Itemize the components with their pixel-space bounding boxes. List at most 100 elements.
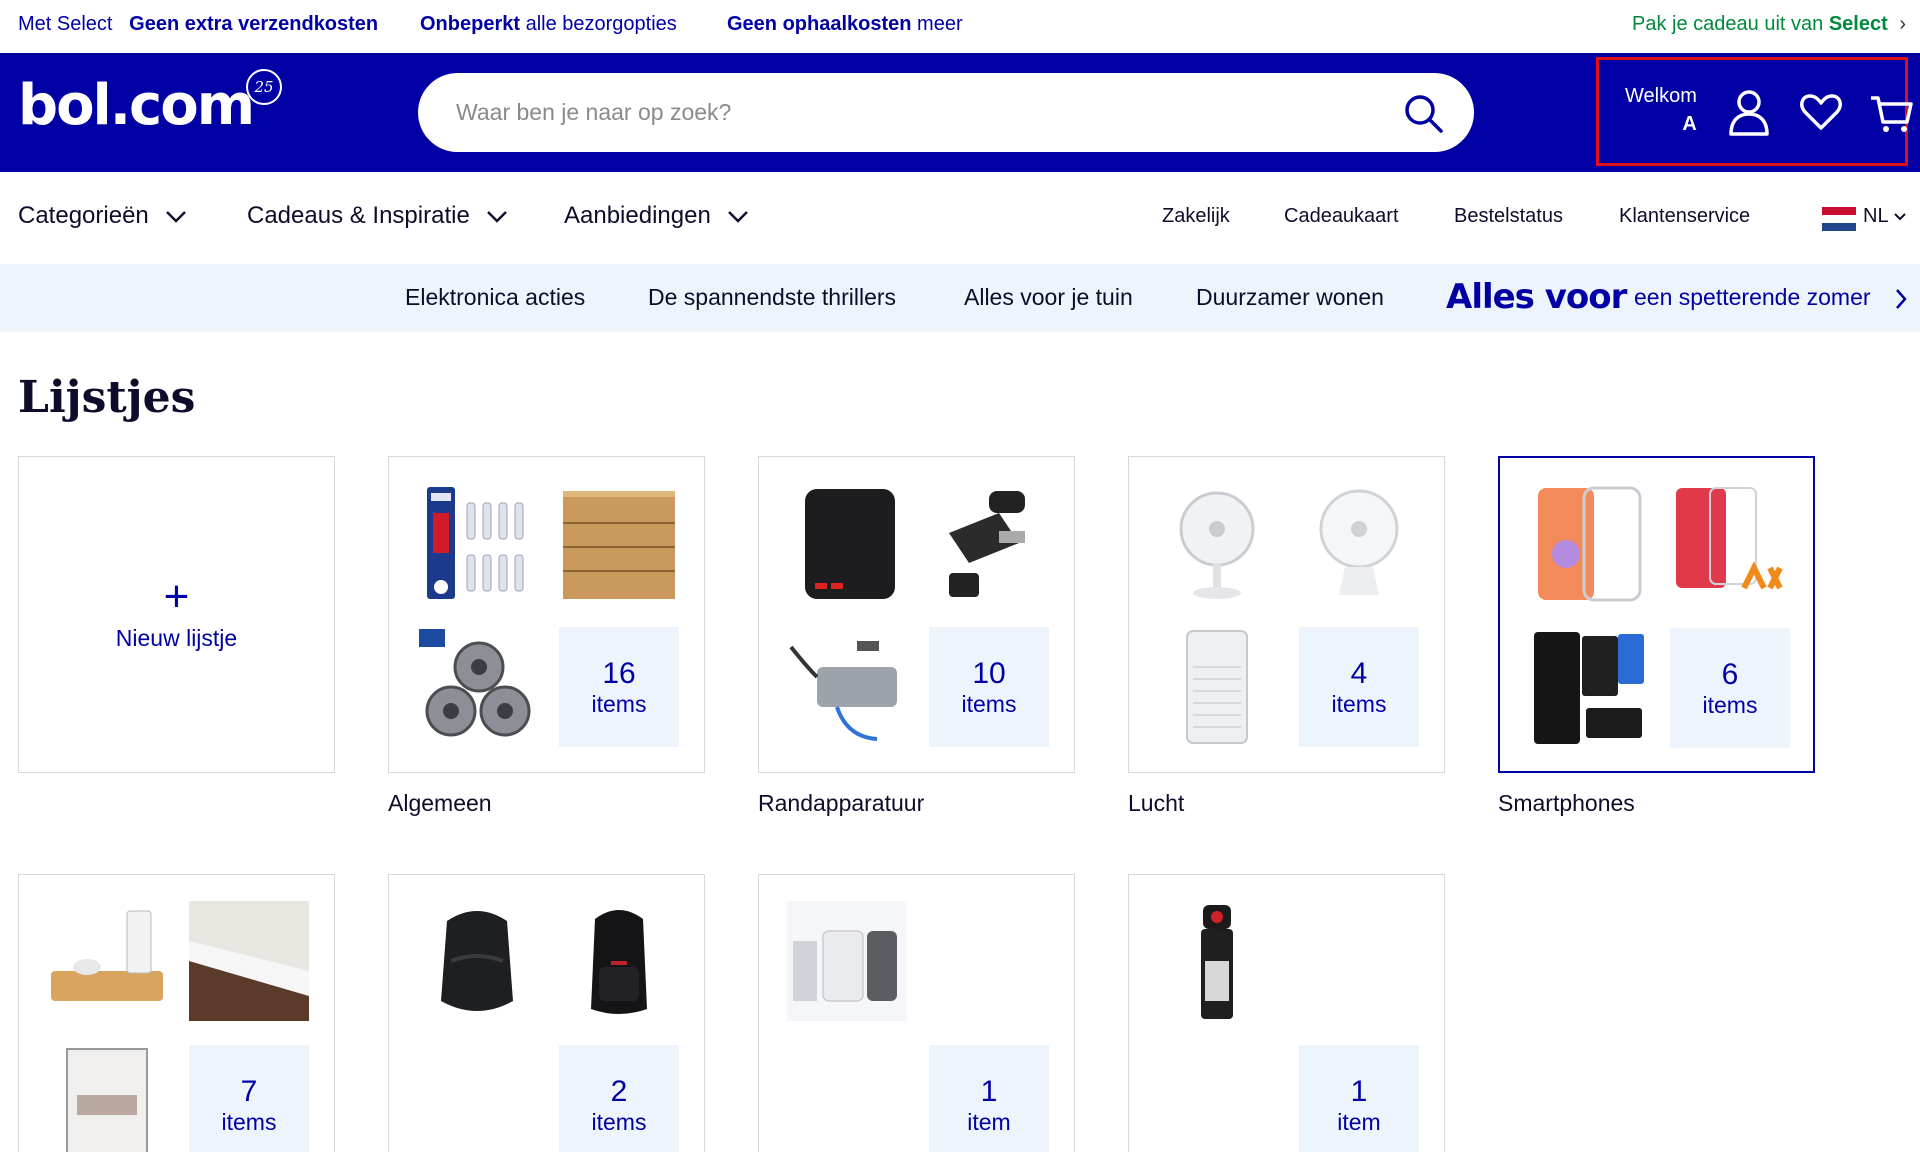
nav-deals-label: Aanbiedingen xyxy=(564,202,711,229)
language-selector[interactable]: NL xyxy=(1863,205,1907,228)
search-icon[interactable] xyxy=(1402,92,1444,134)
phone-case-image xyxy=(1538,486,1642,602)
promo-return-costs[interactable]: Geen ophaalkosten meer xyxy=(727,13,963,36)
site-header: bol.com 25 Welkom A xyxy=(0,53,1920,172)
promo-suffix: alle bezorgopties xyxy=(520,13,677,35)
promo-select-shipping[interactable]: Met Select Geen extra verzendkosten xyxy=(18,13,378,36)
select-gift-prefix: Pak je cadeau uit van xyxy=(1632,13,1829,35)
highlight-sustainable[interactable]: Duurzamer wonen xyxy=(1196,284,1384,311)
item-count-unit: item xyxy=(1337,1109,1381,1135)
item-count-unit: items xyxy=(221,1109,277,1135)
item-count-badge: 6 items xyxy=(1670,628,1790,748)
welcome-text[interactable]: Welkom A xyxy=(1625,82,1697,138)
nav-gifts[interactable]: Cadeaus & Inspiratie xyxy=(247,202,508,230)
new-list-card[interactable]: + Nieuw lijstje xyxy=(18,456,335,773)
plus-icon: + xyxy=(163,572,190,621)
item-count: 1 xyxy=(980,1075,998,1108)
list-card-algemeen[interactable]: 16 items xyxy=(388,456,705,773)
nav-categories[interactable]: Categorieën xyxy=(18,202,187,230)
dresser-image xyxy=(563,491,675,599)
item-count-badge: 1 item xyxy=(929,1045,1049,1152)
chevron-right-icon: › xyxy=(1899,13,1906,35)
cart-icon[interactable] xyxy=(1869,88,1913,136)
list-label-smartphones[interactable]: Smartphones xyxy=(1498,790,1635,817)
search-input[interactable] xyxy=(456,73,1356,152)
backpack-image xyxy=(591,910,647,1014)
item-count: 10 xyxy=(972,657,1006,690)
welcome-label: Welkom xyxy=(1625,85,1697,107)
galaxy-phone-image xyxy=(1676,487,1783,590)
toothbrush-heads-image xyxy=(427,487,524,599)
spray-bottle-image xyxy=(1201,905,1233,1019)
desk-fan-image xyxy=(1179,491,1255,599)
highlight-garden[interactable]: Alles voor je tuin xyxy=(964,284,1133,311)
charcoal-distiller-image xyxy=(787,901,907,1021)
item-count: 2 xyxy=(610,1075,628,1108)
list-card-home[interactable]: 7 items xyxy=(18,874,335,1152)
account-actions-highlight: Welkom A xyxy=(1596,57,1913,166)
chevron-right-icon[interactable] xyxy=(1894,288,1908,310)
page-title: Lijstjes xyxy=(18,372,196,423)
anniversary-badge-icon: 25 xyxy=(246,69,282,105)
powerbank-image xyxy=(805,489,895,599)
item-count: 7 xyxy=(240,1075,258,1108)
nav-deals[interactable]: Aanbiedingen xyxy=(564,202,749,230)
search-bar xyxy=(418,73,1474,152)
promo-bold: Geen extra verzendkosten xyxy=(129,13,379,35)
bol-logo[interactable]: bol.com xyxy=(18,73,255,138)
promo-bold: Onbeperkt xyxy=(420,13,521,35)
netherlands-flag-icon[interactable] xyxy=(1822,207,1856,231)
list-card-lucht[interactable]: 4 items xyxy=(1128,456,1445,773)
user-initial: A xyxy=(1682,113,1697,135)
chevron-down-icon xyxy=(166,210,187,223)
item-count: 16 xyxy=(602,657,636,690)
chevron-down-icon xyxy=(487,210,508,223)
heart-icon[interactable] xyxy=(1799,88,1843,136)
list-card-spray[interactable]: 1 item xyxy=(1128,874,1445,1152)
summer-promo-title[interactable]: Alles voor xyxy=(1446,277,1627,317)
list-card-charcoal[interactable]: 1 item xyxy=(758,874,1075,1152)
language-label: NL xyxy=(1863,205,1888,227)
chevron-down-icon xyxy=(1894,213,1907,221)
main-nav: Categorieën Cadeaus & Inspiratie Aanbied… xyxy=(0,172,1920,264)
nav-gifts-label: Cadeaus & Inspiratie xyxy=(247,202,470,229)
backpack-image xyxy=(441,911,513,1011)
item-count-unit: items xyxy=(591,691,647,717)
nav-link-order-status[interactable]: Bestelstatus xyxy=(1454,205,1563,228)
list-card-smartphones[interactable]: 6 items xyxy=(1498,456,1815,773)
list-label-randapparatuur[interactable]: Randapparatuur xyxy=(758,790,924,817)
list-label-algemeen[interactable]: Algemeen xyxy=(388,790,492,817)
highlight-thrillers[interactable]: De spannendste thrillers xyxy=(648,284,896,311)
account-icon[interactable] xyxy=(1727,88,1771,136)
nav-link-giftcard[interactable]: Cadeaukaart xyxy=(1284,205,1399,228)
select-gift-bold: Select xyxy=(1828,13,1888,35)
summer-promo-subtitle[interactable]: een spetterende zomer xyxy=(1634,284,1871,311)
bamboo-organizer-image xyxy=(51,910,163,1001)
item-count-unit: item xyxy=(967,1109,1011,1135)
highlight-bar: Elektronica acties De spannendste thrill… xyxy=(0,264,1920,332)
promo-suffix: meer xyxy=(911,13,963,35)
item-count-badge: 16 items xyxy=(559,627,679,747)
usb-hub-image xyxy=(789,641,897,741)
item-count: 6 xyxy=(1721,658,1739,691)
item-count-unit: items xyxy=(1331,691,1387,717)
promo-bold: Geen ophaalkosten xyxy=(727,13,912,35)
list-card-randapparatuur[interactable]: 10 items xyxy=(758,456,1075,773)
wallet-case-image xyxy=(1534,632,1644,744)
nav-link-business[interactable]: Zakelijk xyxy=(1162,205,1230,228)
item-count-badge: 2 items xyxy=(559,1045,679,1152)
item-count-badge: 10 items xyxy=(929,627,1049,747)
bed-frame-image xyxy=(189,901,309,1021)
item-count-unit: items xyxy=(961,691,1017,717)
list-label-lucht[interactable]: Lucht xyxy=(1128,790,1184,817)
highlight-electronics[interactable]: Elektronica acties xyxy=(405,284,585,311)
promo-delivery-options[interactable]: Onbeperkt alle bezorgopties xyxy=(420,13,677,36)
select-gift-link[interactable]: Pak je cadeau uit van Select › xyxy=(1632,13,1906,36)
item-count: 4 xyxy=(1350,657,1368,690)
bedsheet-package-image xyxy=(66,1048,148,1152)
item-count-badge: 4 items xyxy=(1299,627,1419,747)
list-card-backpacks[interactable]: 2 items xyxy=(388,874,705,1152)
nav-link-customer-service[interactable]: Klantenservice xyxy=(1619,205,1750,228)
item-count-badge: 1 item xyxy=(1299,1045,1419,1152)
new-list-label: Nieuw lijstje xyxy=(115,625,238,651)
